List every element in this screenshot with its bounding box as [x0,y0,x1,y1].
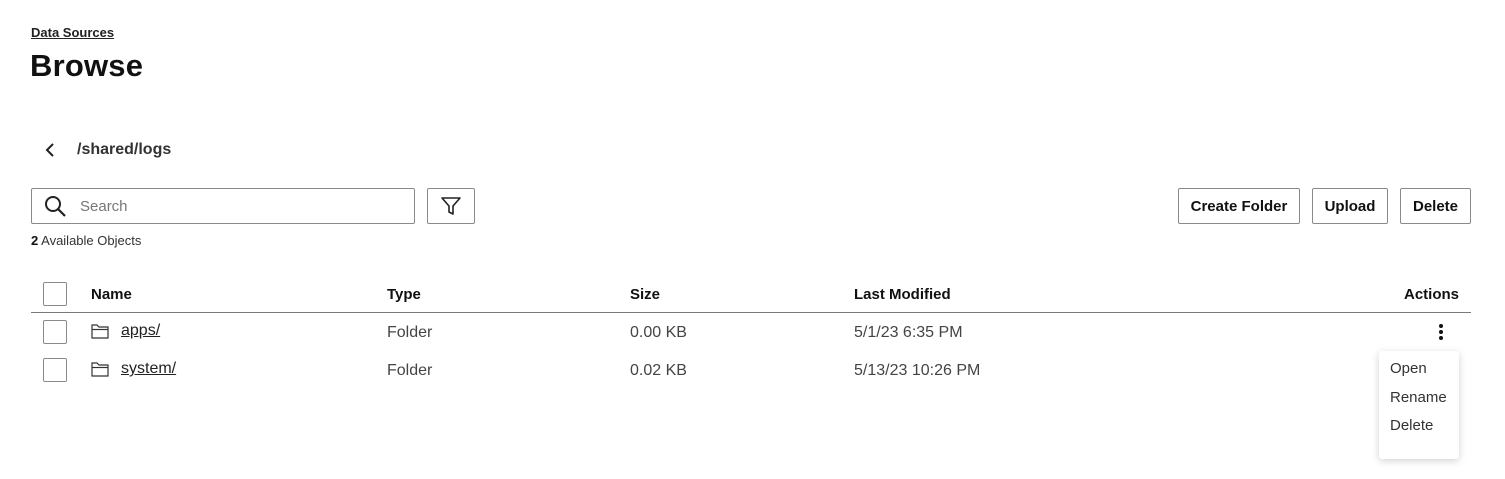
more-vertical-icon [1439,324,1443,340]
object-count-label: Available Objects [38,233,142,248]
search-icon [43,194,67,218]
name-cell: system/ [91,360,176,378]
upload-button[interactable]: Upload [1312,188,1388,224]
search-field[interactable] [31,188,415,224]
filter-button[interactable] [427,188,475,224]
menu-item-delete[interactable]: Delete [1379,407,1459,443]
search-input[interactable] [80,197,400,215]
path-bar: /shared/logs [40,138,171,162]
item-size: 0.00 KB [630,324,687,341]
item-name-link[interactable]: system/ [121,360,176,378]
current-path: /shared/logs [77,141,172,158]
item-last-modified: 5/13/23 10:26 PM [854,362,981,379]
table-row: apps/ Folder 0.00 KB 5/1/23 6:35 PM [31,313,1471,351]
back-button[interactable] [40,139,62,161]
object-count: 2 Available Objects [31,233,141,248]
item-size: 0.02 KB [630,362,687,379]
item-type: Folder [387,362,433,379]
column-header-last-modified[interactable]: Last Modified [854,286,951,303]
row-actions-menu: Open Rename Delete [1379,351,1459,459]
column-header-name[interactable]: Name [91,286,132,303]
table-row: system/ Folder 0.02 KB 5/13/23 10:26 PM [31,351,1471,389]
row-checkbox[interactable] [43,320,67,344]
menu-item-open[interactable]: Open [1379,359,1459,377]
column-header-type[interactable]: Type [387,286,421,303]
page-title: Browse [30,48,144,83]
row-checkbox[interactable] [43,358,67,382]
objects-table: Name Type Size Last Modified Actions app… [31,276,1471,389]
folder-icon [91,323,109,339]
row-actions-button[interactable] [1431,322,1451,342]
table-header: Name Type Size Last Modified Actions [31,276,1471,313]
item-name-link[interactable]: apps/ [121,322,160,340]
column-header-size[interactable]: Size [630,286,660,303]
chevron-left-icon [45,143,54,157]
filter-icon [441,197,461,215]
item-last-modified: 5/1/23 6:35 PM [854,324,963,341]
select-all-checkbox[interactable] [43,282,67,306]
name-cell: apps/ [91,322,160,340]
delete-button[interactable]: Delete [1400,188,1471,224]
column-header-actions: Actions [1403,286,1459,303]
folder-icon [91,361,109,377]
item-type: Folder [387,324,433,341]
breadcrumb-data-sources[interactable]: Data Sources [31,25,114,40]
create-folder-button[interactable]: Create Folder [1178,188,1300,224]
